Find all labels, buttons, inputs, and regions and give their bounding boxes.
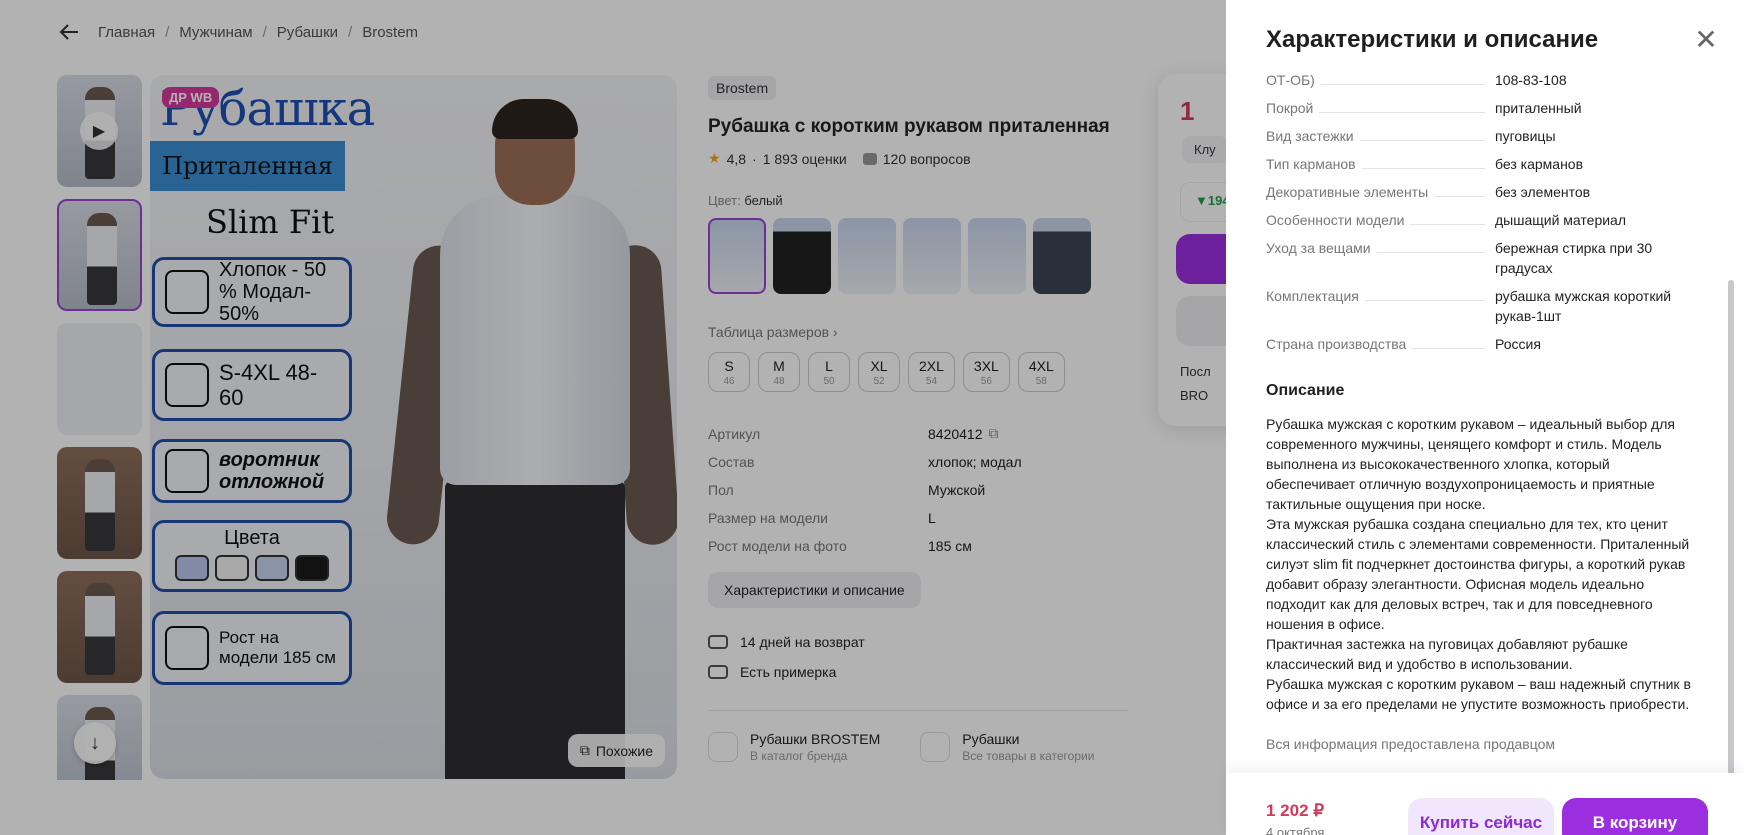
description-paragraph: Практичная застежка на пуговицах добавля… [1266, 636, 1628, 672]
seller-note: Вся информация предоставлена продавцом [1266, 736, 1556, 752]
characteristic-row: Вид застежки пуговицы [1266, 128, 1556, 144]
characteristic-row: Уход за вещами бережная стирка при 30 гра… [1266, 240, 1653, 276]
panel-title: Характеристики и описание [1266, 26, 1599, 53]
characteristics-panel: Характеристики и описание ✕ ОТ-ОБ) 108-83… [1226, 0, 1744, 835]
characteristic-row: Страна производства Россия [1266, 336, 1541, 352]
description-text: Рубашка мужская с коротким рукавом – иде… [1266, 414, 1696, 714]
description-paragraph: Рубашка мужская с коротким рукавом – иде… [1266, 416, 1675, 512]
description-paragraph: Рубашка мужская с коротким рукавом – ваш… [1266, 676, 1691, 712]
panel-scroll-area[interactable]: ОТ-ОБ) 108-83-108 Покрой приталенный Вид з… [1266, 70, 1696, 770]
characteristic-row: Покрой приталенный [1266, 100, 1582, 116]
characteristic-row: ОТ-ОБ) 108-83-108 [1266, 72, 1567, 88]
buy-now-button[interactable]: Купить сейчас [1408, 798, 1554, 835]
description-heading: Описание [1266, 382, 1345, 399]
description-paragraph: Эта мужская рубашка создана специально д… [1266, 516, 1690, 632]
footer-price: 1 202 ₽ [1266, 801, 1325, 820]
characteristic-row: Особенности модели дышащий материал [1266, 212, 1627, 228]
scrollbar[interactable] [1728, 280, 1734, 775]
close-icon[interactable]: ✕ [1692, 26, 1720, 54]
delivery-date: 4 октября [1266, 825, 1325, 835]
panel-footer: 1 202 ₽ 4 октября Купить сейчас В корзин… [1226, 773, 1744, 835]
add-to-cart-button[interactable]: В корзину [1562, 798, 1708, 835]
characteristic-row: Комплектация рубашка мужская короткий рук… [1266, 288, 1672, 324]
characteristic-row: Декоративные элементы без элементов [1266, 184, 1591, 200]
characteristic-row: Тип карманов без карманов [1266, 156, 1584, 172]
